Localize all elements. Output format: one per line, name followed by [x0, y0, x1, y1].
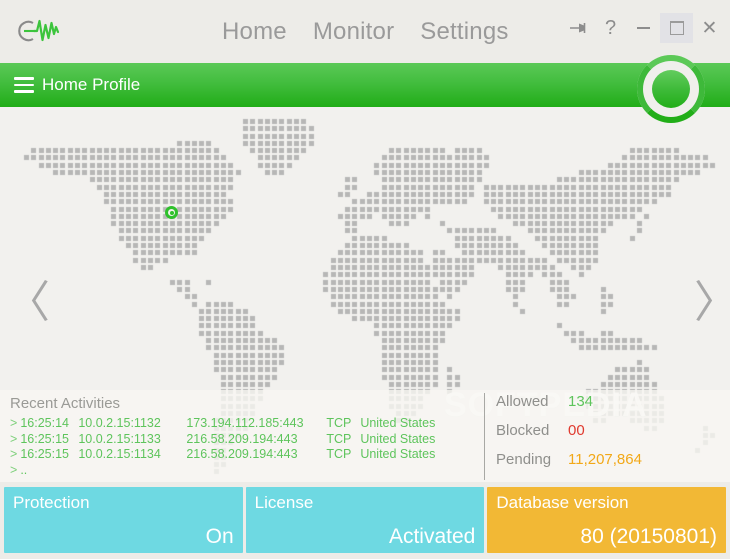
activity-source: 10.0.2.15:1134 [78, 447, 186, 463]
nav-item-monitor[interactable]: Monitor [313, 20, 394, 44]
activity-protocol: TCP [326, 447, 360, 463]
profile-title: Home Profile [42, 75, 140, 95]
power-toggle-core [652, 70, 690, 108]
stat-row-pending: Pending 11,207,864 [496, 451, 724, 480]
status-tile-database-version[interactable]: Database version 80 (20150801) [487, 487, 726, 553]
maximize-icon [670, 21, 684, 35]
power-toggle-button[interactable] [637, 55, 705, 123]
activity-caret: > [10, 416, 17, 430]
waveform-logo-icon [12, 14, 64, 48]
minimize-button[interactable] [627, 13, 660, 43]
pin-button[interactable] [561, 13, 594, 43]
application-window: Home Monitor Settings ? ✕ [0, 0, 730, 559]
stat-row-blocked: Blocked 00 [496, 422, 724, 451]
activity-time: 16:25:14 [20, 416, 78, 432]
map-prev-button[interactable]: 〈 [6, 275, 36, 335]
stats-panel: Allowed 134 Blocked 00 Pending 11,207,86… [484, 393, 724, 480]
hamburger-menu-icon[interactable] [14, 77, 34, 93]
activity-caret: > [10, 432, 17, 446]
activity-time: .. [20, 463, 78, 479]
stat-label-pending: Pending [496, 451, 568, 468]
activity-source: 10.0.2.15:1133 [78, 432, 186, 448]
status-tile-value: Activated [389, 524, 475, 549]
stat-value-pending: 11,207,864 [568, 451, 642, 468]
activity-country: United States [360, 432, 435, 448]
question-mark-icon: ? [605, 18, 616, 38]
activity-source: 10.0.2.15:1132 [78, 416, 186, 432]
location-marker-icon[interactable] [165, 206, 178, 219]
hamburger-bar [14, 90, 34, 93]
activity-country: United States [360, 447, 435, 463]
stat-label-blocked: Blocked [496, 422, 568, 439]
activity-caret: > [10, 463, 17, 477]
minimize-icon [637, 27, 650, 29]
main-navigation: Home Monitor Settings [222, 14, 509, 50]
close-icon: ✕ [702, 19, 718, 38]
status-tile-title: License [255, 492, 477, 514]
activity-destination: 216.58.209.194:443 [186, 432, 326, 448]
activity-row[interactable]: >16:25:1510.0.2.15:1134216.58.209.194:44… [10, 447, 475, 463]
stat-value-allowed: 134 [568, 393, 593, 410]
activity-destination: 216.58.209.194:443 [186, 447, 326, 463]
status-tile-protection[interactable]: Protection On [4, 487, 243, 553]
hamburger-bar [14, 84, 34, 87]
power-toggle-icon [637, 55, 705, 123]
activity-destination: 173.194.112.185:443 [186, 416, 326, 432]
activity-time: 16:25:15 [20, 447, 78, 463]
stat-label-allowed: Allowed [496, 393, 568, 410]
title-bar: Home Monitor Settings ? ✕ [0, 0, 730, 63]
activity-caret: > [10, 447, 17, 461]
pin-icon [568, 21, 588, 35]
activity-protocol: TCP [326, 432, 360, 448]
status-tile-value: On [206, 524, 234, 549]
stat-row-allowed: Allowed 134 [496, 393, 724, 422]
activity-row[interactable]: >16:25:1510.0.2.15:1133216.58.209.194:44… [10, 432, 475, 448]
nav-item-settings[interactable]: Settings [420, 20, 508, 44]
status-tile-value: 80 (20150801) [580, 524, 717, 549]
help-button[interactable]: ? [594, 13, 627, 43]
activity-time: 16:25:15 [20, 432, 78, 448]
activity-row[interactable]: >16:25:1410.0.2.15:1132173.194.112.185:4… [10, 416, 475, 432]
activity-protocol: TCP [326, 416, 360, 432]
close-button[interactable]: ✕ [693, 13, 726, 43]
app-logo [12, 14, 64, 48]
window-controls: ? ✕ [561, 13, 726, 43]
recent-activities-panel: Recent Activities >16:25:1410.0.2.15:113… [10, 394, 475, 478]
activity-row[interactable]: >.. [10, 463, 475, 479]
profile-bar: Home Profile [0, 63, 730, 107]
stat-value-blocked: 00 [568, 422, 585, 439]
nav-item-home[interactable]: Home [222, 20, 287, 44]
status-tile-title: Protection [13, 492, 235, 514]
activity-country: United States [360, 416, 435, 432]
maximize-button[interactable] [660, 13, 693, 43]
recent-activities-title: Recent Activities [10, 394, 475, 413]
map-next-button[interactable]: 〉 [694, 275, 724, 335]
status-tile-title: Database version [496, 492, 718, 514]
status-bar: Protection On License Activated Database… [0, 482, 730, 559]
status-tile-license[interactable]: License Activated [246, 487, 485, 553]
hamburger-bar [14, 77, 34, 80]
